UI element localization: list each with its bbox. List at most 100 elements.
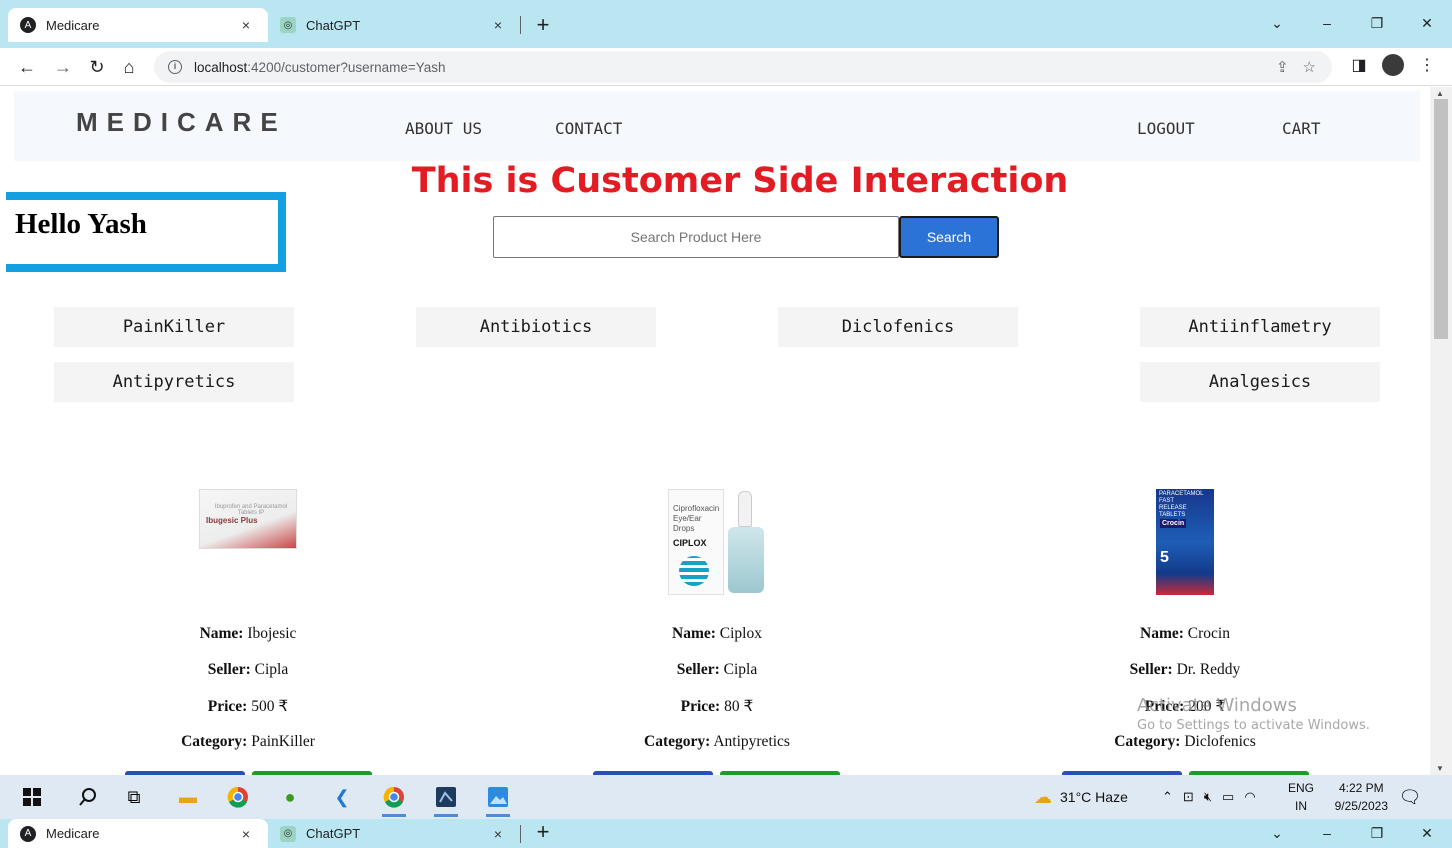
search-input[interactable]: Search Product Here (493, 216, 899, 258)
new-tab-button[interactable]: + (530, 12, 556, 38)
close-window-button[interactable]: ✕ (1402, 819, 1452, 848)
product-card: Ibuprofen and Paracetamol Tablets IP Ibu… (98, 489, 398, 775)
product-image: Ciprofloxacin Eye/Ear Drops CIPLOX (668, 489, 766, 595)
new-tab-button[interactable]: + (530, 819, 556, 845)
category-painkiller[interactable]: PainKiller (54, 307, 294, 347)
tab-medicare[interactable]: A Medicare × (8, 819, 268, 848)
category-analgesics[interactable]: Analgesics (1140, 362, 1380, 402)
tab-separator (520, 16, 521, 34)
nav-about-us[interactable]: ABOUT US (405, 119, 482, 138)
windows-taskbar: ⧉ ▬ ● ❮ ☁ 31°C Haze ⌃ ⊡ 🔇︎ ▭ ◠ ENG IN 4:… (0, 775, 1452, 819)
chatgpt-favicon-icon: ◎ (280, 17, 296, 33)
restore-button[interactable]: ❐ (1352, 819, 1402, 848)
nav-logout[interactable]: LOGOUT (1137, 119, 1195, 138)
brand-logo[interactable]: MEDICARE (76, 107, 287, 138)
angular-favicon-icon: A (20, 825, 36, 842)
back-arrow-icon[interactable]: ← (14, 54, 40, 80)
language-indicator[interactable]: ENG IN (1288, 779, 1314, 815)
product-image-label: CIPLOX (673, 538, 707, 548)
tab-close-icon[interactable]: × (488, 17, 508, 33)
category-antipyretics[interactable]: Antipyretics (54, 362, 294, 402)
chrome-icon[interactable] (224, 783, 252, 811)
tab-title: ChatGPT (306, 826, 361, 841)
wifi-icon[interactable]: ◠ (1244, 789, 1255, 805)
site-navbar: MEDICARE ABOUT US CONTACT LOGOUT CART (14, 91, 1420, 161)
product-image-label: Crocin (1160, 519, 1187, 528)
nav-contact[interactable]: CONTACT (555, 119, 622, 138)
tab-close-icon[interactable]: × (488, 826, 508, 842)
weather-haze-icon: ☁ (1034, 786, 1052, 807)
product-seller: Seller: Cipla (207, 661, 289, 678)
side-panel-icon[interactable]: ◨ (1348, 55, 1370, 75)
mysql-workbench-icon[interactable] (432, 783, 460, 817)
tab-separator (520, 825, 521, 843)
tab-search-icon[interactable]: ⌄ (1252, 8, 1302, 38)
nav-cart[interactable]: CART (1282, 119, 1321, 138)
minimize-button[interactable]: – (1302, 8, 1352, 38)
tab-title: Medicare (46, 17, 100, 33)
category-antiinflametry[interactable]: Antiinflametry (1140, 307, 1380, 347)
meet-icon[interactable]: ⊡ (1183, 789, 1194, 805)
search-button[interactable]: Search (899, 216, 999, 258)
vscode-icon[interactable]: ❮ (328, 783, 356, 811)
chrome-profile-icon[interactable] (380, 783, 408, 817)
tab-close-icon[interactable]: × (236, 826, 256, 842)
product-category: Category: PainKiller (181, 733, 315, 750)
forward-arrow-icon[interactable]: → (50, 54, 76, 80)
activate-windows-watermark: Activate Windows Go to Settings to activ… (1137, 695, 1370, 733)
file-explorer-icon[interactable]: ▬ (174, 783, 202, 811)
notification-icon[interactable]: 🗨︎ (1396, 783, 1424, 811)
product-name: Name: Ibojesic (199, 625, 297, 642)
page-scrollbar[interactable]: ▲ ▼ (1430, 87, 1452, 775)
system-tray: ⌃ ⊡ 🔇︎ ▭ ◠ (1162, 775, 1256, 819)
product-price: Price: 80 ₹ (680, 698, 754, 715)
windows-start-icon[interactable] (18, 783, 46, 811)
kebab-menu-icon[interactable]: ⋮ (1416, 55, 1438, 75)
restore-button[interactable]: ❐ (1352, 8, 1402, 38)
share-icon[interactable]: ⇪ (1276, 58, 1289, 76)
product-name: Name: Ciplox (672, 625, 762, 642)
bookmark-star-icon[interactable]: ☆ (1303, 58, 1316, 76)
volume-muted-icon[interactable]: 🔇︎ (1204, 789, 1212, 805)
tab-search-icon[interactable]: ⌄ (1252, 819, 1302, 848)
tab-close-icon[interactable]: × (236, 17, 256, 33)
second-browser-tab-strip: A Medicare × ◎ ChatGPT × + ⌄ – ❐ ✕ (0, 819, 1452, 848)
product-name: Name: Crocin (1140, 625, 1230, 642)
spring-tool-icon[interactable]: ● (276, 783, 304, 811)
minimize-button[interactable]: – (1302, 819, 1352, 848)
page-viewport: MEDICARE ABOUT US CONTACT LOGOUT CART Th… (0, 87, 1430, 775)
scroll-thumb[interactable] (1434, 99, 1448, 339)
tab-chatgpt[interactable]: ◎ ChatGPT × (268, 8, 520, 42)
window-controls: ⌄ – ❐ ✕ (1252, 8, 1452, 38)
photos-icon[interactable] (484, 783, 512, 817)
product-card: Ciprofloxacin Eye/Ear Drops CIPLOX Name: … (567, 489, 867, 775)
tab-medicare[interactable]: A Medicare × (8, 8, 268, 42)
angular-favicon-icon: A (20, 17, 36, 33)
scroll-up-icon[interactable]: ▲ (1436, 89, 1444, 98)
product-category: Category: Diclofenics (1114, 733, 1256, 750)
weather-text: 31°C Haze (1060, 789, 1128, 805)
product-category: Category: Antipyretics (644, 733, 790, 750)
greeting-box: Hello Yash (6, 192, 286, 272)
product-seller: Seller: Cipla (676, 661, 758, 678)
bottle-icon (726, 489, 766, 595)
site-info-icon[interactable]: i (168, 60, 182, 74)
product-price: Price: 500 ₹ (207, 698, 289, 715)
task-view-icon[interactable]: ⧉ (120, 783, 148, 811)
reload-icon[interactable]: ↻ (84, 54, 110, 80)
category-antibiotics[interactable]: Antibiotics (416, 307, 656, 347)
profile-avatar[interactable] (1382, 54, 1404, 76)
home-icon[interactable]: ⌂ (116, 54, 142, 80)
close-window-button[interactable]: ✕ (1402, 8, 1452, 38)
weather-widget[interactable]: ☁ 31°C Haze (1034, 775, 1128, 819)
battery-icon[interactable]: ▭ (1222, 789, 1234, 805)
address-bar[interactable]: i localhost:4200/customer?username=Yash … (154, 51, 1332, 83)
tray-chevron-icon[interactable]: ⌃ (1162, 789, 1173, 805)
taskbar-clock[interactable]: 4:22 PM 9/25/2023 (1335, 779, 1388, 815)
tab-chatgpt[interactable]: ◎ ChatGPT × (268, 819, 520, 848)
url-path: :4200/customer?username=Yash (247, 59, 446, 75)
search-icon[interactable] (74, 783, 102, 811)
scroll-down-icon[interactable]: ▼ (1436, 764, 1444, 773)
category-diclofenics[interactable]: Diclofenics (778, 307, 1018, 347)
product-image-label: Ibugesic Plus (206, 516, 258, 525)
